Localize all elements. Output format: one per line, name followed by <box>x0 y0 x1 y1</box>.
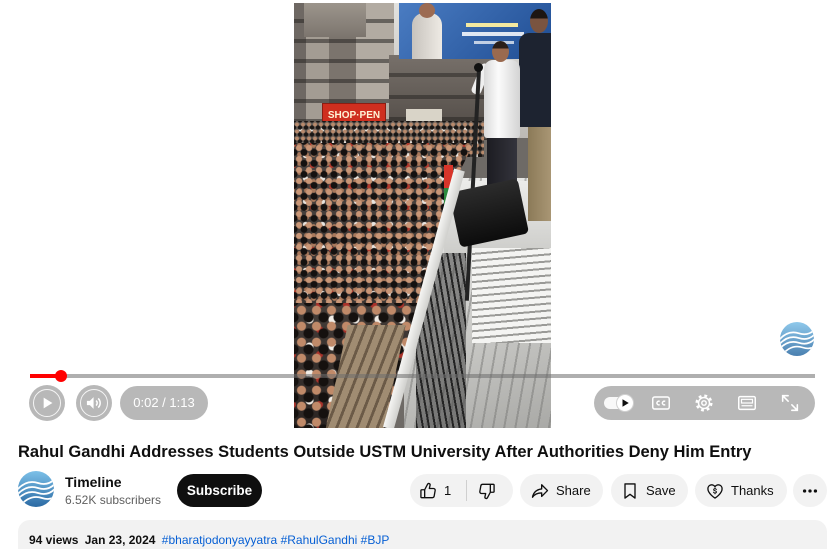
autoplay-play-icon <box>622 399 629 407</box>
autoplay-toggle[interactable] <box>604 394 634 412</box>
video-vehicle-grille <box>472 248 551 343</box>
volume-icon <box>86 397 101 409</box>
channel-avatar-icon[interactable] <box>18 471 54 507</box>
volume-button[interactable] <box>76 385 112 421</box>
save-label: Save <box>646 483 676 498</box>
channel-watermark-icon[interactable] <box>780 322 814 356</box>
captions-icon <box>652 396 670 410</box>
play-button[interactable] <box>29 385 65 421</box>
settings-button[interactable] <box>691 391 717 415</box>
video-frame[interactable]: SHOP·PEN <box>294 3 551 428</box>
video-person-right-head <box>530 9 548 33</box>
video-billboard-lettering <box>466 23 518 27</box>
volume-button-ring <box>80 389 108 417</box>
thumbs-down-icon[interactable] <box>477 481 497 501</box>
play-button-ring <box>33 389 61 417</box>
video-title: Rahul Gandhi Addresses Students Outside … <box>18 443 752 461</box>
video-person-right-legs <box>528 121 551 221</box>
like-dislike-group: 1 <box>410 474 513 507</box>
fullscreen-button[interactable] <box>777 391 803 415</box>
video-player: SHOP·PEN 0:02 / 1:13 <box>0 0 837 432</box>
video-person-right-jacket <box>519 33 551 127</box>
hashtag-link[interactable]: #RahulGandhi <box>281 533 358 547</box>
progress-bar[interactable] <box>30 370 815 382</box>
video-speaker-person-shirt <box>484 60 520 138</box>
share-label: Share <box>556 483 591 498</box>
channel-watermark-logo <box>780 322 814 356</box>
miniplayer-button[interactable] <box>734 391 760 415</box>
captions-button[interactable] <box>648 391 674 415</box>
video-building-top <box>304 3 366 37</box>
subscribe-button[interactable]: Subscribe <box>177 474 262 507</box>
gear-icon <box>695 394 713 412</box>
share-button[interactable]: Share <box>520 474 603 507</box>
like-divider <box>466 480 467 501</box>
time-display: 0:02 / 1:13 <box>120 386 208 420</box>
hashtag-link[interactable]: #BJP <box>361 533 390 547</box>
thumbs-up-icon[interactable] <box>418 481 438 501</box>
save-button[interactable]: Save <box>611 474 688 507</box>
progress-scrubber[interactable] <box>55 370 68 382</box>
upload-date: Jan 23, 2024 <box>84 533 156 547</box>
thanks-button[interactable]: Thanks <box>695 474 787 507</box>
thanks-icon <box>707 483 723 499</box>
thanks-label: Thanks <box>731 483 774 498</box>
video-billboard-figure <box>412 13 442 59</box>
description-box[interactable]: 94 views Jan 23, 2024 #bharatjodonyayyat… <box>18 520 827 549</box>
more-icon <box>802 488 818 493</box>
play-icon <box>43 397 53 409</box>
channel-avatar-logo <box>18 471 54 507</box>
channel-name[interactable]: Timeline <box>65 474 122 491</box>
like-count[interactable]: 1 <box>444 474 451 507</box>
right-controls <box>594 386 815 420</box>
video-billboard-lettering <box>462 32 524 36</box>
subscriber-count: 6.52K subscribers <box>65 493 162 507</box>
bookmark-icon <box>624 482 636 499</box>
video-billboard-head <box>419 3 435 18</box>
miniplayer-icon <box>738 395 756 411</box>
hashtag-link[interactable]: #bharatjodonyayyatra <box>162 533 277 547</box>
video-microphone <box>474 63 483 72</box>
video-speaker-person-head <box>492 41 509 62</box>
autoplay-knob <box>616 394 634 412</box>
more-actions-button[interactable] <box>793 474 827 507</box>
view-count: 94 views <box>29 533 79 547</box>
description-meta: 94 views Jan 23, 2024 #bharatjodonyayyat… <box>29 533 389 547</box>
fullscreen-icon <box>781 394 799 412</box>
share-icon <box>531 483 549 498</box>
